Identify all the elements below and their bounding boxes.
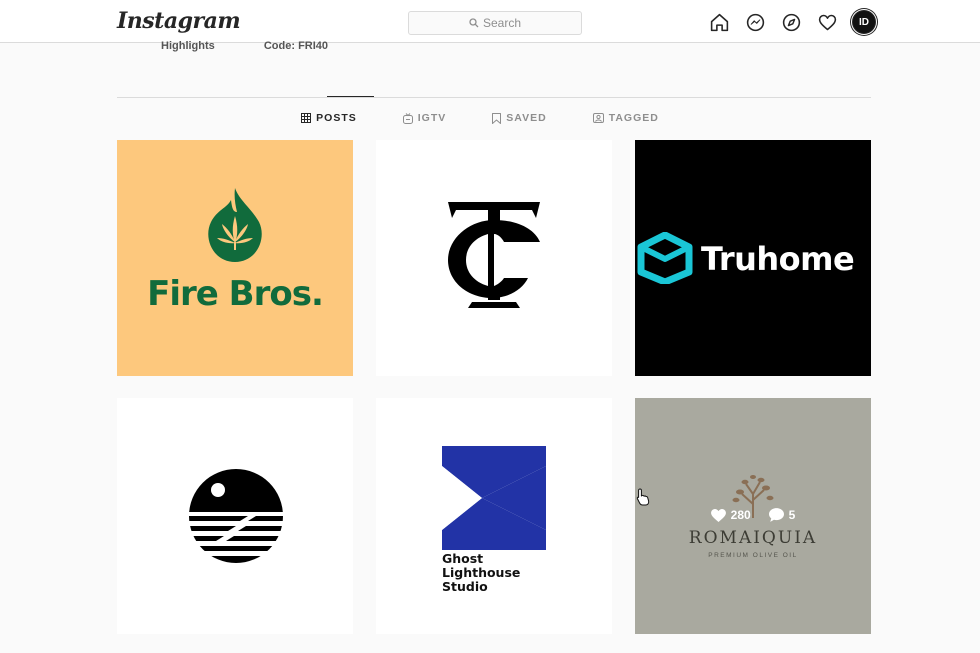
likes-count: 280 <box>730 508 751 522</box>
profile-strip: Highlights Code: FRI40 <box>161 40 374 52</box>
brand-tagline: PREMIUM OLIVE OIL <box>708 552 798 559</box>
promo-code-text: Code: FRI40 <box>263 40 329 52</box>
brand-line-2: Lighthouse <box>442 565 521 580</box>
tab-posts[interactable]: POSTS <box>301 112 357 124</box>
brand-name: Fire Bros. <box>147 274 324 314</box>
igtv-icon <box>402 112 413 124</box>
grid-icon <box>301 113 312 123</box>
tab-saved[interactable]: SAVED <box>492 112 546 124</box>
flame-leaf-logo-icon <box>208 188 262 262</box>
tab-tagged-label: TAGGED <box>608 112 659 124</box>
tab-saved-label: SAVED <box>506 112 547 124</box>
striped-sun-logo-icon <box>189 469 283 563</box>
top-navigation-bar: Instagram Search ID <box>0 0 980 43</box>
highlights-label: Highlights <box>161 40 215 52</box>
tab-tagged[interactable]: TAGGED <box>592 112 659 124</box>
search-placeholder: Search <box>482 16 522 30</box>
brand-line-1: Ghost <box>442 551 484 566</box>
brand-name: ROMAIQUIA <box>688 528 818 548</box>
profile-tabs: POSTS IGTV SAVED TAGGED <box>0 112 980 124</box>
tab-igtv-label: IGTV <box>417 112 447 124</box>
tab-posts-label: POSTS <box>316 112 357 124</box>
ghost-lighthouse-logo-icon <box>442 446 546 550</box>
comments-stat: 5 <box>768 508 796 522</box>
nav-icons: ID <box>708 10 876 34</box>
brand-name: Truhome <box>701 240 855 278</box>
search-input[interactable]: Search <box>408 11 582 35</box>
tabs-divider <box>117 97 871 98</box>
post-romaiquia[interactable]: ROMAIQUIA PREMIUM OLIVE OIL 280 5 <box>635 398 871 634</box>
likes-stat: 280 <box>710 508 751 522</box>
tagged-icon <box>592 113 604 123</box>
profile-avatar[interactable]: ID <box>852 10 876 34</box>
comments-count: 5 <box>788 508 796 522</box>
post-truhome[interactable]: Truhome <box>635 140 871 376</box>
tab-igtv[interactable]: IGTV <box>402 112 447 124</box>
hand-pointer-cursor-icon <box>636 488 650 506</box>
box-house-logo-icon <box>637 232 693 284</box>
comment-bubble-icon <box>768 508 784 522</box>
heart-activity-icon[interactable] <box>816 11 839 34</box>
post-striped-sun[interactable] <box>117 398 353 634</box>
post-fire-bros[interactable]: Fire Bros. <box>117 140 353 376</box>
home-icon[interactable] <box>708 11 731 34</box>
bookmark-icon <box>492 112 502 124</box>
brand-line-3: Studio <box>442 579 488 594</box>
tc-monogram-logo-icon <box>448 202 540 308</box>
search-icon <box>469 18 479 28</box>
instagram-logo[interactable]: Instagram <box>117 8 241 34</box>
post-ghost-lighthouse-studio[interactable]: Ghost Lighthouse Studio <box>376 398 612 634</box>
brand-name: Ghost Lighthouse Studio <box>442 552 562 594</box>
explore-compass-icon[interactable] <box>780 11 803 34</box>
messenger-icon[interactable] <box>744 11 767 34</box>
post-tc-monogram[interactable] <box>376 140 612 376</box>
heart-filled-icon <box>710 508 726 522</box>
hover-stats-overlay: 280 5 <box>635 508 871 522</box>
active-tab-indicator <box>327 96 374 97</box>
